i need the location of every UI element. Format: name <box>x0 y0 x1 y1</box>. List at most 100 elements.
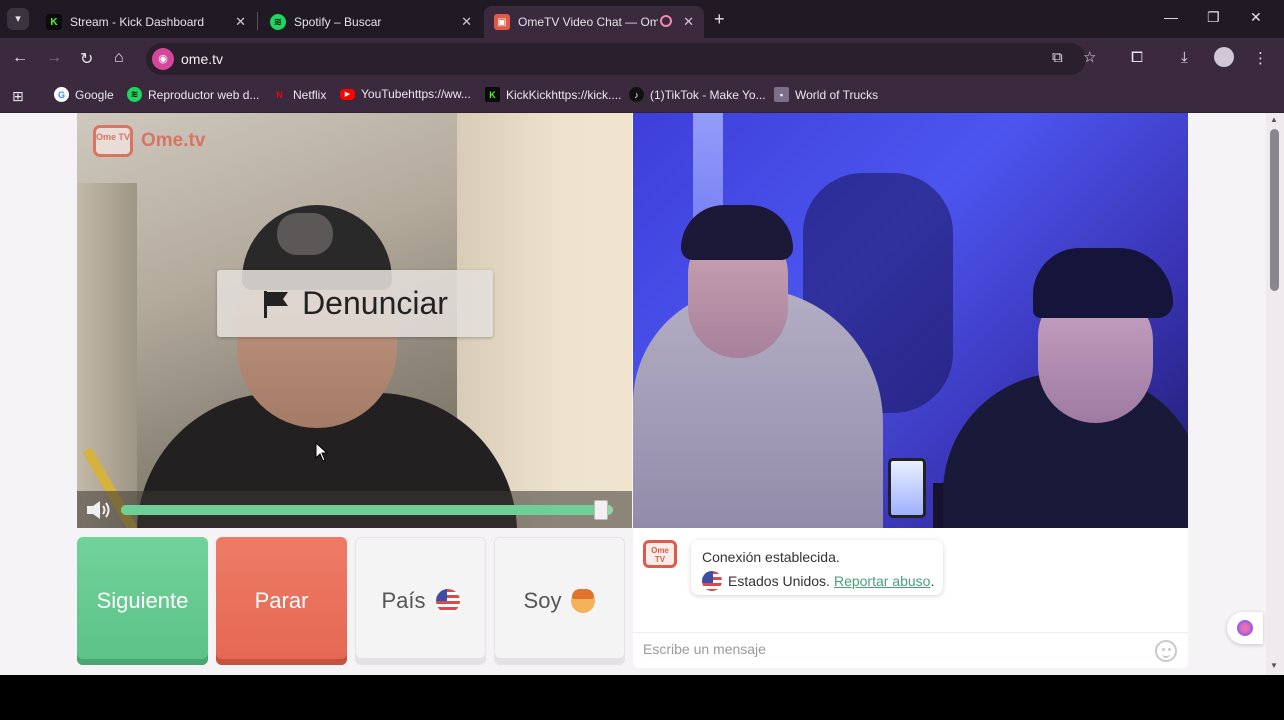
chat-input-row <box>633 632 1188 668</box>
bookmark-youtube[interactable]: ▶ YouTubehttps://ww... <box>340 87 471 101</box>
stop-button[interactable]: Parar <box>216 537 347 665</box>
flag-icon <box>264 290 289 318</box>
google-icon: G <box>54 87 69 102</box>
ometv-logo-icon: Ome TV <box>643 540 677 568</box>
close-tab-icon[interactable]: ✕ <box>683 14 694 30</box>
bookmark-label: YouTubehttps://ww... <box>361 87 471 101</box>
report-link-suffix: . <box>930 573 935 589</box>
bookmark-spotify[interactable]: ≋ Reproductor web d... <box>127 87 259 102</box>
country-button-label: País <box>381 588 426 613</box>
gender-button-label: Soy <box>523 588 562 613</box>
browser-toolbar: ← → ↻ ⌂ ◉ ome.tv ⧉ ☆ ⧠ ⤓ ⋮ <box>0 38 1284 80</box>
bookmark-label: KickKickhttps://kick.... <box>506 87 622 102</box>
letterbox-bar <box>0 675 1284 720</box>
system-message: Conexión establecida. Estados Unidos. Re… <box>691 540 943 595</box>
download-icon[interactable]: ⤓ <box>1181 49 1188 66</box>
close-window-button[interactable]: ✕ <box>1250 9 1262 26</box>
kick-icon: K <box>46 14 62 30</box>
extensions-icon[interactable]: ⧠ <box>1131 49 1143 66</box>
ometv-icon: ▣ <box>494 14 510 30</box>
recording-icon <box>660 15 672 27</box>
install-app-icon[interactable]: ⧉ <box>1052 49 1063 66</box>
home-icon[interactable]: ⌂ <box>114 49 124 67</box>
report-abuse-link[interactable]: Reportar abuso <box>834 573 931 589</box>
netflix-icon: N <box>276 89 283 100</box>
bookmark-label: Reproductor web d... <box>148 87 260 102</box>
bookmark-kick[interactable]: K KickKickhttps://kick.... <box>485 87 621 102</box>
ometv-logo: Ome TV Ome.tv <box>93 125 205 157</box>
scrollbar-thumb[interactable] <box>1270 129 1279 291</box>
bookmark-netflix[interactable]: N Netflix <box>272 87 326 102</box>
tiktok-icon: ♪ <box>629 87 644 102</box>
page-scrollbar[interactable]: ▲ ▼ <box>1266 113 1284 675</box>
next-button-label: Siguiente <box>96 588 189 613</box>
bookmark-star-icon[interactable]: ☆ <box>1083 48 1096 66</box>
speaker-icon[interactable] <box>85 499 115 521</box>
apps-grid-icon[interactable]: ⊞ <box>12 88 24 105</box>
ometv-logo-icon: Ome TV <box>93 125 133 157</box>
us-flag-icon <box>702 571 722 591</box>
partner-country: Estados Unidos. <box>728 573 830 589</box>
bookmark-label: Google <box>75 87 114 102</box>
ometv-logo-text: Ome.tv <box>141 130 206 151</box>
us-flag-icon <box>435 589 460 613</box>
tab-ometv[interactable]: ▣ OmeTV Video Chat — Ome ✕ <box>484 6 704 38</box>
volume-slider[interactable] <box>121 500 613 520</box>
url-text: ome.tv <box>181 51 224 67</box>
message-input[interactable] <box>643 641 1123 657</box>
restore-button[interactable]: ❐ <box>1207 9 1220 26</box>
bookmarks-bar: ⊞ G Google ≋ Reproductor web d... N Netf… <box>0 80 1284 113</box>
reload-icon[interactable]: ↻ <box>80 49 93 69</box>
profile-avatar[interactable] <box>1214 47 1234 67</box>
spotify-icon: ≋ <box>127 87 142 102</box>
minimize-button[interactable]: — <box>1164 9 1178 25</box>
tab-title: OmeTV Video Chat — Ome <box>518 15 658 29</box>
report-button[interactable]: Denunciar <box>217 270 493 337</box>
extension-bubble-button[interactable] <box>1227 612 1263 644</box>
trucks-icon: ▪ <box>774 87 789 102</box>
tab-kick-dashboard[interactable]: K Stream - Kick Dashboard ✕ <box>36 6 256 38</box>
close-tab-icon[interactable]: ✕ <box>461 14 472 30</box>
tab-separator <box>257 12 258 30</box>
menu-kebab-icon[interactable]: ⋮ <box>1253 49 1268 67</box>
report-label: Denunciar <box>302 285 448 321</box>
bookmark-label: Netflix <box>293 87 327 102</box>
scroll-up-arrow-icon[interactable]: ▲ <box>1270 115 1278 124</box>
site-info-icon[interactable]: ◉ <box>152 48 174 70</box>
tab-spotify[interactable]: ≋ Spotify – Buscar ✕ <box>260 6 482 38</box>
new-tab-button[interactable]: + <box>714 9 725 30</box>
scroll-down-arrow-icon[interactable]: ▼ <box>1270 661 1278 670</box>
address-bar[interactable]: ◉ ome.tv ⧉ ☆ <box>146 43 1096 75</box>
boy-emoji-icon <box>571 589 596 613</box>
volume-fill <box>121 505 609 515</box>
tab-title: Stream - Kick Dashboard <box>70 15 205 29</box>
tab-strip: ▾ K Stream - Kick Dashboard ✕ ≋ Spotify … <box>0 0 1284 38</box>
forward-icon[interactable]: → <box>46 49 62 67</box>
video-person <box>681 205 793 260</box>
mouse-cursor-icon <box>315 442 329 462</box>
connection-status: Conexión establecida. <box>702 549 840 565</box>
gender-button[interactable]: Soy <box>494 537 625 665</box>
tab-search-button[interactable]: ▾ <box>7 8 29 30</box>
local-video: Ome TV Ome.tv Denunciar <box>77 113 632 528</box>
bookmark-world-of-trucks[interactable]: ▪ World of Trucks <box>774 87 878 102</box>
volume-slider-handle[interactable] <box>594 500 609 520</box>
video-person <box>277 213 333 255</box>
bookmark-google[interactable]: G Google <box>54 87 114 102</box>
bookmark-label: World of Trucks <box>795 87 879 102</box>
bookmark-label: (1)TikTok - Make Yo... <box>650 87 766 102</box>
bookmark-tiktok[interactable]: ♪ (1)TikTok - Make Yo... <box>629 87 766 102</box>
country-button[interactable]: País <box>355 537 486 665</box>
next-button[interactable]: Siguiente <box>77 537 208 665</box>
partner-country-line: Estados Unidos. Reportar abuso . <box>702 571 934 591</box>
youtube-icon: ▶ <box>340 88 355 100</box>
video-object <box>888 458 926 518</box>
stop-button-label: Parar <box>254 588 309 613</box>
remote-video <box>633 113 1188 528</box>
close-tab-icon[interactable]: ✕ <box>235 14 246 30</box>
volume-bar <box>77 491 632 528</box>
emoji-icon[interactable] <box>1155 640 1177 662</box>
chat-panel: Ome TV Conexión establecida. Estados Uni… <box>633 528 1188 668</box>
back-icon[interactable]: ← <box>12 49 28 67</box>
tab-title: Spotify – Buscar <box>294 15 382 29</box>
